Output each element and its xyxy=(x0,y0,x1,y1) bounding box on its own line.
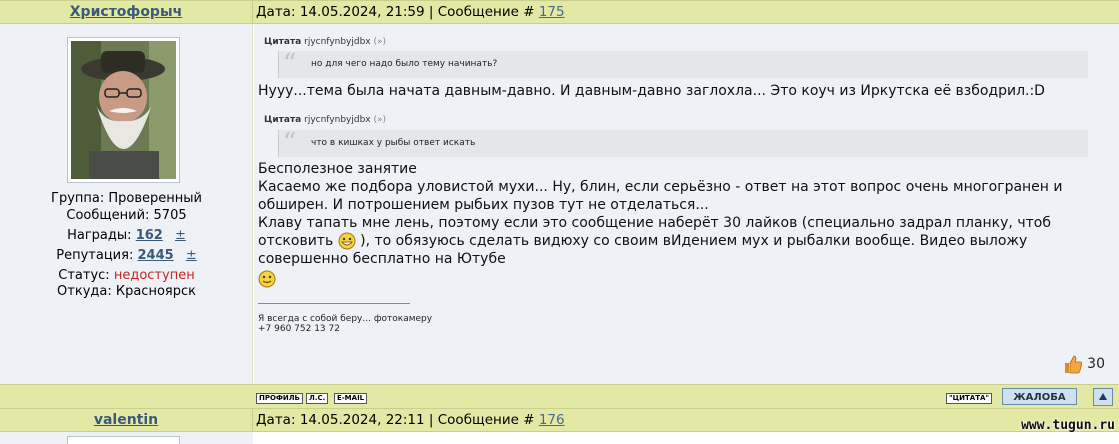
message-label: | Сообщение # xyxy=(428,4,535,20)
post-text-line: Нууу...тема была начата давным-давно. И … xyxy=(258,83,1045,99)
body-line: обширен. И потрошением рыбьих пузов тут … xyxy=(258,197,709,213)
signature-line: +7 960 752 13 72 xyxy=(258,324,340,334)
post-meta: Дата: 14.05.2024, 22:11 | Сообщение # 17… xyxy=(256,409,565,431)
avatar[interactable] xyxy=(67,436,180,444)
post-date: 14.05.2024, 21:59 xyxy=(299,4,425,20)
status-value: недоступен xyxy=(113,268,195,283)
quote-mark-icon: “ xyxy=(283,128,297,158)
smile-smiley-icon xyxy=(258,270,276,288)
post-date: 14.05.2024, 22:11 xyxy=(299,412,425,428)
quote-source-link[interactable]: (») xyxy=(374,115,387,125)
body-line xyxy=(258,270,1063,293)
quote-mark-icon: “ xyxy=(283,49,297,79)
quote-author: rjycnfynbyjdbx xyxy=(304,37,371,47)
post-header: valentin Дата: 14.05.2024, 22:11 | Сообщ… xyxy=(0,408,1119,432)
scroll-top-button[interactable] xyxy=(1093,388,1113,406)
date-label: Дата: xyxy=(256,412,296,428)
status-label: Статус: xyxy=(58,268,110,283)
complaint-button[interactable]: ЖАЛОБА xyxy=(1002,388,1077,405)
body-text: отсковить xyxy=(258,233,334,249)
quote-text: но для чего надо было тему начинать? xyxy=(311,59,498,69)
site-watermark: www.tugun.ru xyxy=(1021,418,1115,433)
quote-header: Цитата rjycnfynbyjdbx (») xyxy=(264,115,386,125)
body-line: Клаву тапать мне лень, поэтому если это … xyxy=(258,215,1051,231)
quote-block: “ но для чего надо было тему начинать? xyxy=(278,49,1088,79)
awards-label: Награды: xyxy=(67,228,132,243)
message-number-link[interactable]: 175 xyxy=(539,4,565,20)
body-line: совершенно бесплатно на Ютубе xyxy=(258,251,506,267)
awards-link[interactable]: 162 xyxy=(136,228,163,243)
date-label: Дата: xyxy=(256,4,296,20)
profile-button[interactable]: ПРОФИЛЬ xyxy=(256,393,303,404)
reputation-link[interactable]: 2445 xyxy=(137,248,173,263)
post-author-link[interactable]: valentin xyxy=(0,409,253,431)
signature-line: Я всегда с собой беру... фотокамеру xyxy=(258,314,433,324)
reputation-row: Репутация: 2445 ± xyxy=(0,246,253,265)
avatar-photo xyxy=(71,41,176,179)
post-body: Бесполезное занятие Касаемо же подбора у… xyxy=(258,160,1063,293)
user-location: Откуда: Красноярск xyxy=(57,284,196,299)
post-header: Христофорыч Дата: 14.05.2024, 21:59 | Со… xyxy=(0,0,1119,24)
quote-text: что в кишках у рыбы ответ искать xyxy=(311,138,476,148)
quote-label: Цитата xyxy=(264,115,302,125)
author-sidebar xyxy=(0,432,253,444)
body-line: Касаемо же подбора уловистой мухи... Ну,… xyxy=(258,179,1063,195)
body-line: отсковить ), то обязуюсь сделать видюху … xyxy=(258,232,1063,250)
email-button[interactable]: E-MAIL xyxy=(334,393,368,404)
private-message-button[interactable]: Л.С. xyxy=(306,393,329,404)
author-sidebar: Группа: Проверенный Сообщений: 5705 Нагр… xyxy=(0,24,253,384)
reputation-plus-minus[interactable]: ± xyxy=(186,248,197,263)
awards-plus-minus[interactable]: ± xyxy=(175,228,186,243)
quote-author: rjycnfynbyjdbx xyxy=(304,115,371,125)
reputation-label: Репутация: xyxy=(56,248,134,263)
quote-button[interactable]: "ЦИТАТА" xyxy=(946,393,993,404)
likes-count: 30 xyxy=(1087,356,1105,372)
message-number-link[interactable]: 176 xyxy=(539,412,565,428)
likes-counter[interactable]: 30 xyxy=(1063,354,1105,374)
arrow-up-icon xyxy=(1099,393,1107,400)
signature-divider xyxy=(258,303,410,304)
quote-header: Цитата rjycnfynbyjdbx (») xyxy=(264,37,386,47)
quote-source-link[interactable]: (») xyxy=(374,37,387,47)
grin-smiley-icon xyxy=(338,232,356,250)
post-author-link[interactable]: Христофорыч xyxy=(0,1,253,23)
quote-label: Цитата xyxy=(264,37,302,47)
message-label: | Сообщение # xyxy=(428,412,535,428)
avatar[interactable] xyxy=(67,37,180,183)
post-content: Цитата rjycnfynbyjdbx (») “ но для чего … xyxy=(254,24,1119,384)
user-message-count: Сообщений: 5705 xyxy=(66,208,187,223)
quote-block: “ что в кишках у рыбы ответ искать xyxy=(278,128,1088,158)
awards-row: Награды: 162 ± xyxy=(0,226,253,245)
body-text: ), то обязуюсь сделать видюху со своим в… xyxy=(360,233,1028,249)
post-meta: Дата: 14.05.2024, 21:59 | Сообщение # 17… xyxy=(256,1,565,23)
body-line: Бесполезное занятие xyxy=(258,161,417,177)
thumbs-up-icon[interactable] xyxy=(1063,354,1083,374)
post-actions-bar: ПРОФИЛЬ Л.С. E-MAIL "ЦИТАТА" ЖАЛОБА xyxy=(0,384,1119,408)
